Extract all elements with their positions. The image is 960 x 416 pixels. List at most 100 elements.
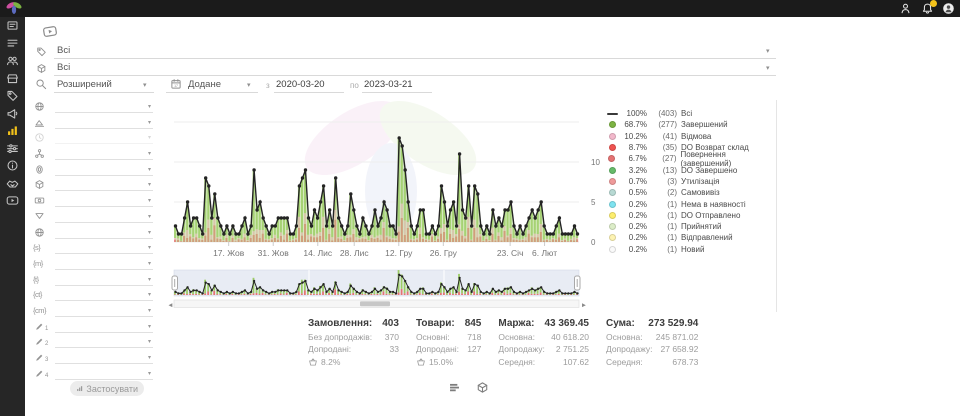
legend-item[interactable]: 0.2%(1)Новий — [606, 244, 778, 255]
footer-toggles — [448, 381, 489, 394]
legend-item[interactable]: 6.7%(27)Повернення (завершений) — [606, 153, 778, 164]
pencil-icon — [34, 321, 45, 332]
sidebar-item-store[interactable] — [0, 70, 25, 88]
legend-item[interactable]: 0.5%(2)Самовивіз — [606, 187, 778, 198]
legend-item[interactable]: 0.2%(1)Відправлений — [606, 232, 778, 243]
category-caret-icon[interactable]: ▾ — [766, 47, 770, 55]
caret-down-icon: ▾ — [148, 181, 151, 188]
geo-filter-select[interactable]: ▾ — [55, 99, 153, 113]
stat-column: Замовлення:403Без допродажів:370Допродан… — [308, 318, 399, 367]
legend-item[interactable]: 10.2%(41)Відмова — [606, 131, 778, 142]
legend-marker — [606, 167, 618, 174]
legend-count: (27) — [651, 154, 677, 163]
apply-button[interactable]: Застосувати — [70, 381, 144, 396]
account-icon[interactable] — [899, 2, 912, 15]
date-to-input[interactable]: 2023-03-21 — [364, 79, 413, 90]
legend-percent: 0.2% — [621, 211, 647, 220]
custom-field-2-filter-row: 2▾ — [30, 334, 156, 350]
sidebar-item-partners[interactable] — [0, 175, 25, 193]
app-logo[interactable] — [5, 1, 23, 16]
sidebar-item-orders[interactable] — [0, 35, 25, 53]
custom-field-4-filter-select[interactable]: ▾ — [55, 366, 153, 380]
custom-field-1-filter-row: 1▾ — [30, 319, 156, 335]
video-help-icon[interactable] — [39, 23, 61, 41]
caret-down-icon: ▾ — [148, 338, 151, 345]
chart-scrollbar[interactable]: ◀▶ — [169, 300, 587, 309]
stat-sub-label: Середня: — [498, 357, 535, 367]
network-filter-select[interactable]: ▾ — [55, 146, 153, 160]
caret-down-icon: ▾ — [148, 307, 151, 314]
fingerprint-filter-select[interactable]: ▾ — [55, 162, 153, 176]
stat-value: 43 369.45 — [544, 318, 589, 329]
sidebar-item-video-tutorials[interactable] — [0, 192, 25, 210]
funnel-filter-select[interactable]: ▾ — [55, 209, 153, 223]
date-from-input[interactable]: 2020-03-20 — [276, 79, 325, 90]
legend-item[interactable]: 68.7%(277)Завершений — [606, 119, 778, 130]
utm-campaign-filter-select[interactable]: ▾ — [55, 303, 153, 317]
legend-count: (403) — [651, 109, 677, 118]
stat-sub-label: Основні: — [416, 332, 450, 342]
date-field-caret-icon[interactable]: ▾ — [247, 81, 251, 89]
statistics-icon — [6, 124, 19, 137]
utm-content-filter-select[interactable]: ▾ — [55, 287, 153, 301]
chart-brush[interactable]: ◀▶ — [168, 268, 608, 312]
product-filter-select[interactable]: ▾ — [55, 177, 153, 191]
caret-down-icon: ▾ — [148, 260, 151, 267]
area-filter-select[interactable]: ▾ — [55, 115, 153, 129]
utm-content-filter-token: {ct} — [33, 290, 42, 299]
sidebar-item-settings[interactable] — [0, 140, 25, 158]
category-filter-value[interactable]: Всі — [57, 45, 70, 56]
brush-handle-left[interactable] — [172, 276, 178, 290]
search-mode-underline — [54, 92, 154, 93]
legend-percent: 0.2% — [621, 245, 647, 254]
sidebar-item-statistics[interactable] — [0, 122, 25, 140]
site-filter-select[interactable]: ▾ — [55, 225, 153, 239]
utm-source-filter-select[interactable]: ▾ — [55, 240, 153, 254]
date-field-select[interactable]: Додане — [188, 79, 221, 90]
legend-item[interactable]: 0.7%(3)Утилізація — [606, 176, 778, 187]
custom-field-3-filter-select[interactable]: ▾ — [55, 350, 153, 364]
legend-marker — [606, 234, 618, 241]
sidebar-item-info[interactable] — [0, 157, 25, 175]
search-mode-select[interactable]: Розширений — [57, 79, 112, 90]
time-filter-select[interactable]: ▾ — [55, 130, 153, 144]
stat-value: 845 — [465, 318, 482, 329]
search-mode-caret-icon[interactable]: ▾ — [143, 81, 147, 89]
legend-marker — [606, 144, 618, 151]
product-filter-value[interactable]: Всі — [57, 62, 70, 73]
utm-term-filter-row: {t}▾ — [30, 272, 156, 288]
product-caret-icon[interactable]: ▾ — [766, 64, 770, 72]
caret-down-icon: ▾ — [148, 213, 151, 220]
legend-item[interactable]: 0.2%(1)Прийнятий — [606, 221, 778, 232]
utm-source-filter-token: {s} — [33, 243, 40, 252]
utm-term-filter-select[interactable]: ▾ — [55, 272, 153, 286]
legend-percent: 6.7% — [621, 154, 647, 163]
legend-item[interactable]: 0.2%(1)Нема в наявності — [606, 198, 778, 209]
custom-field-1-filter-select[interactable]: ▾ — [55, 319, 153, 333]
legend-percent: 0.2% — [621, 222, 647, 231]
scrollbar-thumb[interactable] — [360, 301, 390, 306]
svg-text:6. Лют: 6. Лют — [532, 248, 557, 258]
main-chart[interactable]: 051017. Жов31. Жов14. Лис28. Лис12. Гру2… — [168, 92, 608, 260]
legend-percent: 3.2% — [621, 166, 647, 175]
svg-text:5: 5 — [591, 198, 596, 207]
svg-text:10: 10 — [591, 158, 600, 167]
sidebar-item-dashboard[interactable] — [0, 17, 25, 35]
filter-list: ▾▾▾▾▾▾▾▾▾{s}▾{m}▾{t}▾{ct}▾{cm}▾1▾2▾3▾4▾ — [30, 99, 156, 381]
svg-text:14. Лис: 14. Лис — [303, 248, 333, 258]
sidebar-item-tags[interactable] — [0, 87, 25, 105]
utm-medium-filter-select[interactable]: ▾ — [55, 256, 153, 270]
custom-field-number: 1 — [45, 326, 48, 332]
legend-item[interactable]: 0.2%(1)DO Отправлено — [606, 210, 778, 221]
sidebar-item-customers[interactable] — [0, 52, 25, 70]
products-view-icon[interactable] — [476, 381, 489, 394]
payment-filter-select[interactable]: ▾ — [55, 193, 153, 207]
legend-item[interactable]: 100%(403)Всі — [606, 108, 778, 119]
custom-field-3-filter-row: 3▾ — [30, 350, 156, 366]
custom-field-2-filter-select[interactable]: ▾ — [55, 334, 153, 348]
table-view-icon[interactable] — [448, 381, 461, 394]
avatar[interactable] — [942, 2, 955, 15]
search-icon[interactable] — [35, 78, 47, 90]
brush-handle-right[interactable] — [575, 276, 581, 290]
sidebar-item-campaigns[interactable] — [0, 105, 25, 123]
